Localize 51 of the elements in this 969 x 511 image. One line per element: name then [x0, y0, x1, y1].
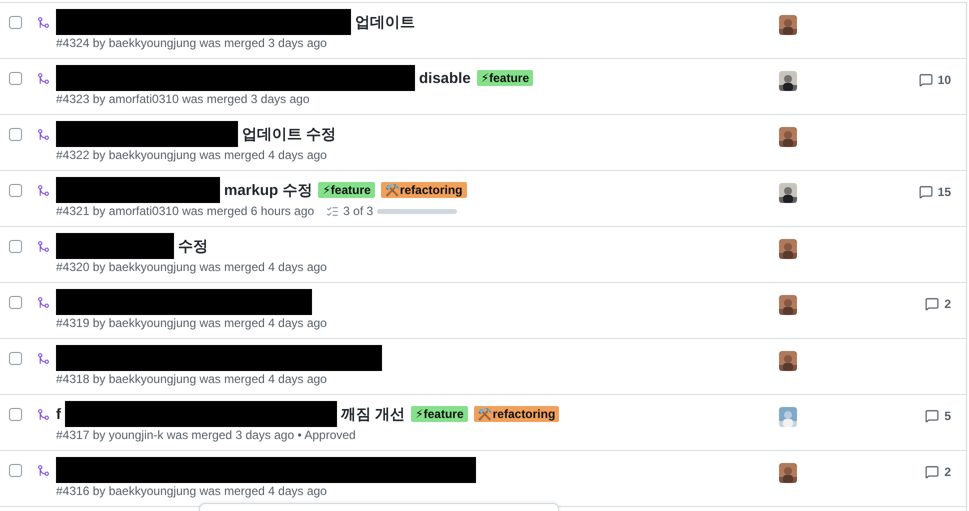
row-checkbox[interactable]	[9, 296, 22, 308]
comment-count[interactable]: 15	[918, 185, 951, 199]
pr-title[interactable]: markup 수정	[224, 180, 312, 200]
comment-icon	[925, 465, 940, 479]
row-checkbox[interactable]	[9, 72, 22, 84]
label-tag[interactable]: ⚡feature	[476, 70, 534, 86]
merge-icon	[37, 408, 50, 420]
pr-title[interactable]: f	[56, 406, 61, 422]
merge-icon	[37, 296, 50, 308]
merge-icon	[37, 16, 50, 28]
row-checkbox[interactable]	[9, 408, 22, 420]
label-tag[interactable]: ⚒refactoring	[380, 182, 466, 198]
pr-meta: #4317 by youngjin-k was merged 3 days ago • Approved	[56, 428, 356, 442]
comment-icon	[918, 185, 933, 199]
pr-meta: #4319 by baekkyoungjung was merged 4 days ago	[56, 316, 327, 330]
pr-meta: #4323 by amorfati0310 was merged 3 days ago	[56, 92, 310, 106]
merge-icon	[37, 464, 50, 476]
merge-icon	[37, 184, 50, 196]
row-checkbox[interactable]	[9, 128, 22, 140]
pr-meta: #4321 by amorfati0310 was merged 6 hours ago	[56, 204, 314, 218]
label-tag[interactable]: ⚒refactoring	[474, 406, 560, 422]
row-checkbox[interactable]	[9, 240, 22, 252]
comment-count[interactable]: 5	[925, 409, 951, 423]
row-checkbox[interactable]	[9, 184, 22, 196]
task-list-icon	[326, 204, 340, 218]
pr-meta: #4318 by baekkyoungjung was merged 4 days ago	[56, 372, 327, 386]
pr-meta: #4324 by baekkyoungjung was merged 3 days ago	[56, 36, 327, 50]
merge-icon	[37, 352, 50, 364]
comment-icon	[918, 73, 933, 87]
comment-icon	[925, 409, 940, 423]
row-checkbox[interactable]	[9, 352, 22, 364]
row-checkbox[interactable]	[9, 464, 22, 476]
label-tag[interactable]: ⚡feature	[411, 406, 468, 422]
comment-count[interactable]: 10	[918, 73, 951, 87]
pr-title[interactable]: 업데이트	[355, 12, 415, 32]
pr-title[interactable]: 수정	[178, 236, 208, 256]
merge-icon	[37, 128, 50, 140]
pr-meta: #4322 by baekkyoungjung was merged 4 days ago	[56, 148, 327, 162]
comment-count[interactable]: 2	[925, 297, 951, 311]
pr-title[interactable]: 깨짐 개선	[341, 404, 406, 424]
pr-meta: #4316 by baekkyoungjung was merged 4 days ago	[56, 484, 327, 498]
merge-icon	[37, 240, 50, 252]
comment-count[interactable]: 2	[925, 465, 951, 479]
pr-title[interactable]: disable	[419, 70, 471, 86]
comment-icon	[925, 297, 940, 311]
task-count: 3 of 3	[343, 204, 374, 218]
row-checkbox[interactable]	[9, 16, 22, 28]
pr-meta: #4320 by baekkyoungjung was merged 4 days ago	[56, 260, 327, 274]
pr-title[interactable]: 업데이트 수정	[242, 124, 336, 144]
label-tag[interactable]: ⚡feature	[318, 182, 375, 198]
merge-icon	[37, 72, 50, 84]
